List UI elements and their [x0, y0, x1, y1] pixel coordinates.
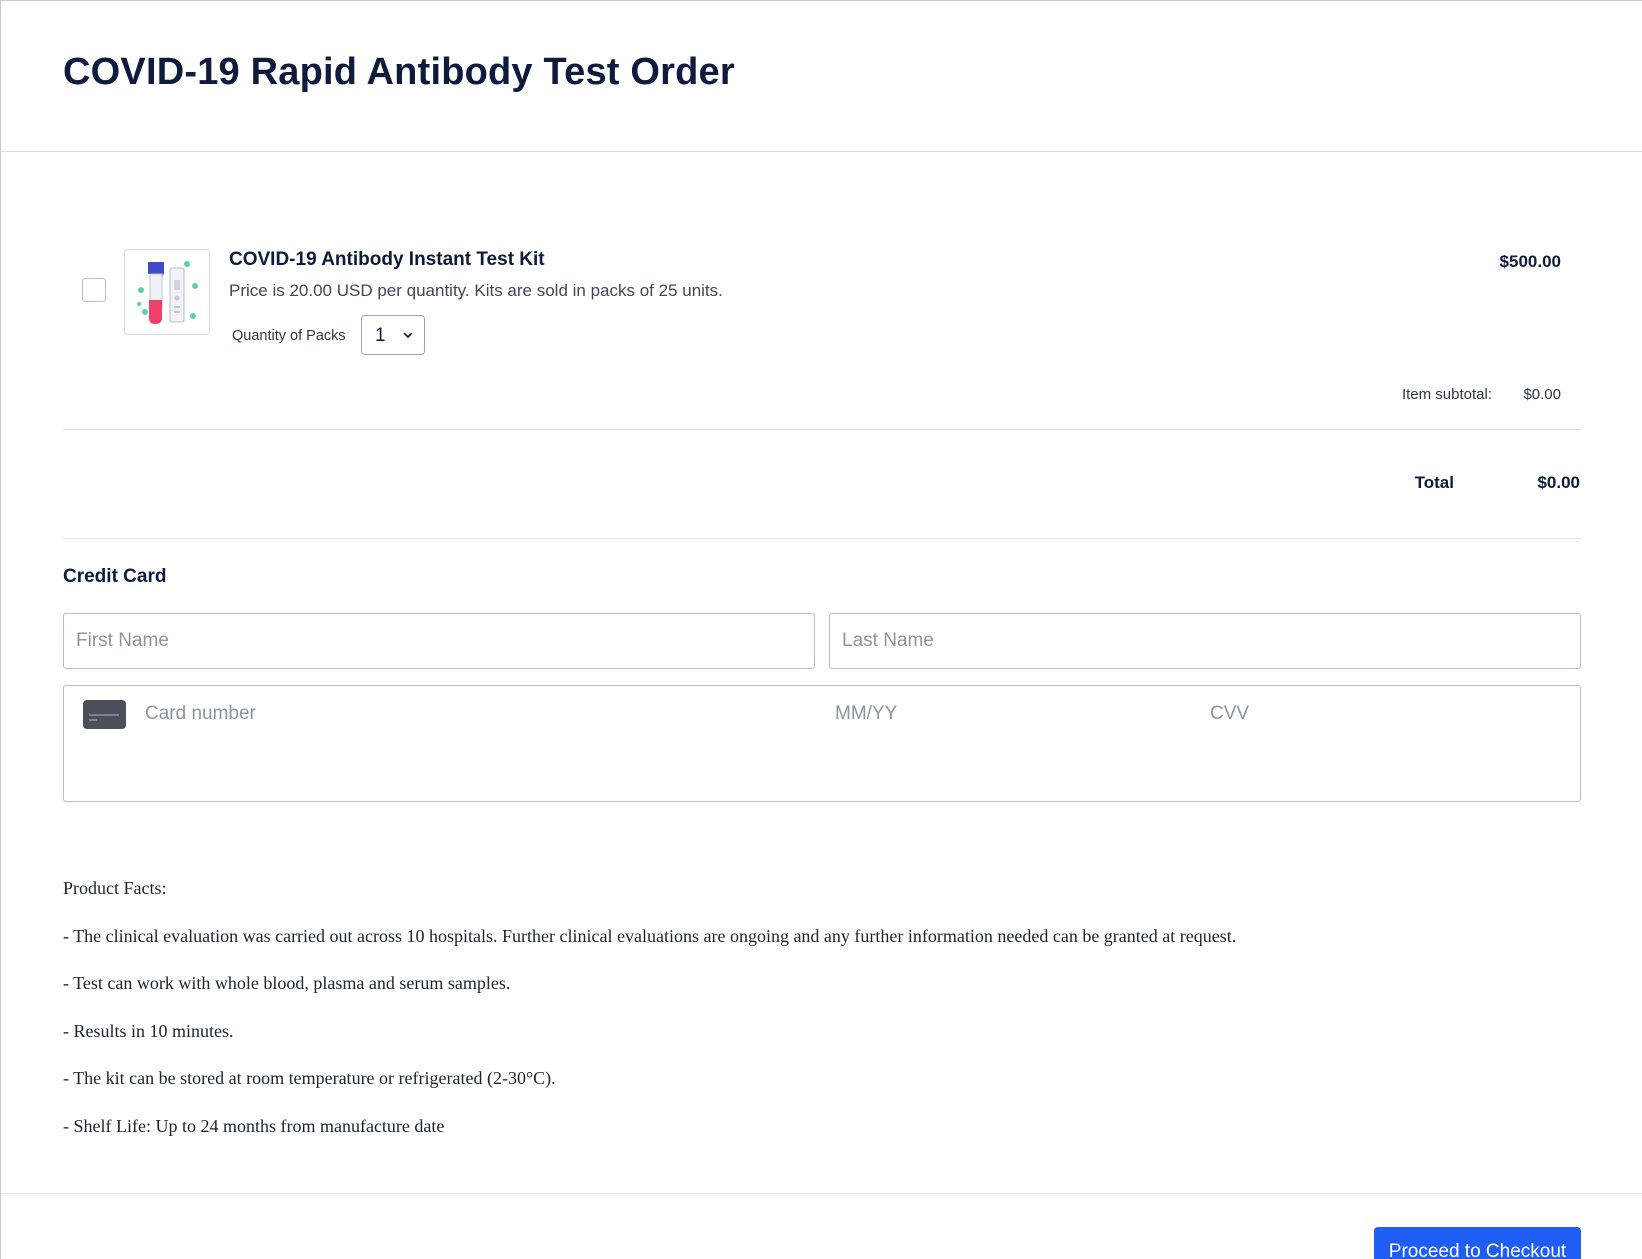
chevron-down-icon [403, 332, 413, 338]
product-facts-heading: Product Facts: [63, 878, 167, 898]
product-select-checkbox[interactable] [82, 278, 106, 302]
quantity-select[interactable]: 1 [361, 315, 425, 355]
card-number-input[interactable] [145, 700, 785, 728]
fact-item: - Test can work with whole blood, plasma… [63, 973, 511, 993]
divider [63, 538, 1581, 539]
test-kit-illustration [137, 261, 198, 324]
proceed-to-checkout-button[interactable]: Proceed to Checkout [1374, 1227, 1581, 1259]
product-price: $500.00 [1499, 252, 1561, 271]
card-details-box [63, 685, 1581, 802]
credit-card-heading: Credit Card [63, 566, 167, 587]
first-name-input[interactable] [63, 613, 815, 669]
fact-item: - The kit can be stored at room temperat… [63, 1068, 556, 1088]
fact-item: - The clinical evaluation was carried ou… [63, 926, 1237, 946]
product-name: COVID-19 Antibody Instant Test Kit [229, 249, 545, 270]
order-form-page: COVID-19 Rapid Antibody Test Order COVID… [0, 0, 1642, 1259]
card-cvv-input[interactable] [1210, 700, 1510, 728]
test-kit-image [124, 249, 210, 335]
item-subtotal-label: Item subtotal: [1401, 386, 1492, 403]
fact-item: - Shelf Life: Up to 24 months from manuf… [63, 1116, 445, 1136]
page-title: COVID-19 Rapid Antibody Test Order [63, 51, 735, 93]
card-expiry-input[interactable] [835, 700, 1135, 728]
quantity-label: Quantity of Packs [232, 328, 346, 344]
last-name-input[interactable] [829, 613, 1581, 669]
page-header: COVID-19 Rapid Antibody Test Order [1, 1, 1642, 152]
total-label: Total [1414, 473, 1454, 492]
fact-item: - Results in 10 minutes. [63, 1021, 234, 1041]
credit-card-icon [83, 700, 126, 729]
footer-divider [1, 1193, 1642, 1194]
product-description: Price is 20.00 USD per quantity. Kits ar… [229, 281, 723, 300]
divider [63, 429, 1581, 430]
total-value: $0.00 [1537, 473, 1580, 492]
item-subtotal-value: $0.00 [1523, 386, 1561, 403]
quantity-selected-value: 1 [375, 325, 386, 346]
